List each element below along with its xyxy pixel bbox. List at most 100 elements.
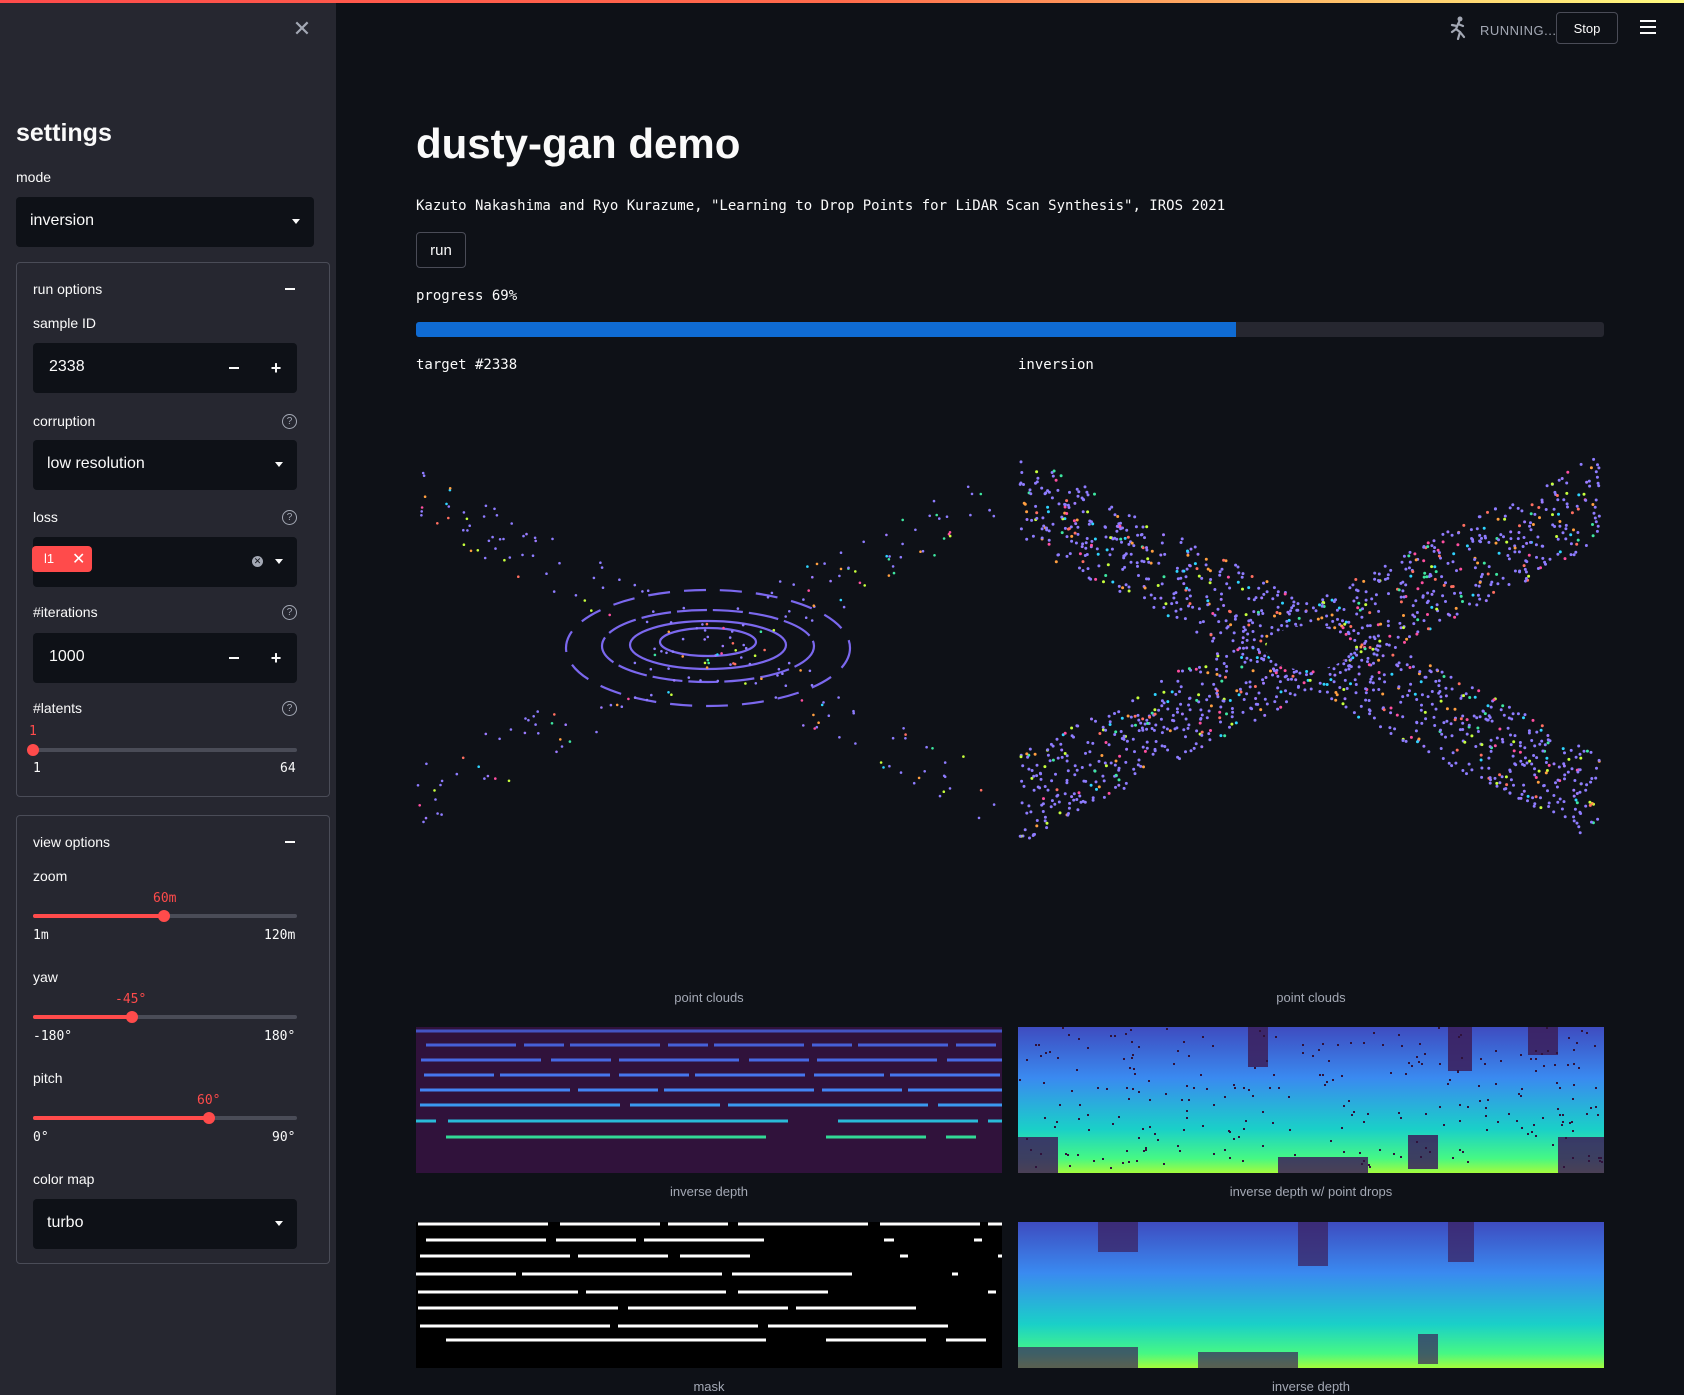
close-icon[interactable]: ✕ <box>292 18 312 40</box>
point <box>1105 548 1109 552</box>
point <box>1325 623 1329 627</box>
slider-thumb[interactable] <box>203 1112 216 1124</box>
point <box>1385 642 1389 646</box>
point <box>1215 672 1219 676</box>
point <box>466 529 469 532</box>
dropped-point <box>1319 1074 1321 1076</box>
dropped-point <box>1163 1163 1165 1165</box>
point <box>1575 792 1579 795</box>
point <box>1251 645 1255 649</box>
point <box>1582 492 1586 496</box>
point <box>1270 626 1274 629</box>
point <box>1181 669 1184 673</box>
dropped-point <box>1126 1087 1128 1089</box>
view-options-header[interactable]: view options <box>33 834 110 850</box>
point <box>1480 536 1483 540</box>
point <box>1442 583 1446 587</box>
mode-select[interactable]: inversion <box>16 197 314 247</box>
point <box>1230 707 1234 710</box>
zoom-slider[interactable] <box>33 910 297 922</box>
increment-icon[interactable]: + <box>269 649 283 667</box>
increment-icon[interactable]: + <box>269 359 283 377</box>
point <box>1569 542 1573 546</box>
clear-icon[interactable]: ✕ <box>252 556 263 567</box>
loss-tag[interactable]: l1 ✕ <box>32 546 92 572</box>
sample-id-stepper[interactable]: 2338 + <box>33 343 297 393</box>
point <box>1389 711 1393 715</box>
run-options-header[interactable]: run options <box>33 281 102 297</box>
point <box>1330 613 1334 617</box>
slider-thumb[interactable] <box>157 910 170 922</box>
corruption-select[interactable]: low resolution <box>33 440 297 490</box>
point <box>1229 623 1233 627</box>
point <box>1349 658 1353 662</box>
collapse-icon[interactable] <box>285 841 295 843</box>
point <box>1527 729 1531 733</box>
point <box>1271 597 1275 601</box>
point <box>1286 678 1290 681</box>
help-icon[interactable]: ? <box>282 605 297 620</box>
point <box>1272 586 1276 590</box>
yaw-slider[interactable] <box>33 1011 297 1023</box>
point <box>1177 669 1180 673</box>
dropped-point <box>1242 1160 1244 1162</box>
point <box>854 570 857 573</box>
point <box>1338 671 1342 674</box>
iterations-value[interactable]: 1000 <box>49 648 85 666</box>
remove-tag-icon[interactable]: ✕ <box>72 549 85 569</box>
stop-button[interactable]: Stop <box>1556 12 1618 44</box>
point <box>1296 685 1300 689</box>
dropped-point <box>1035 1166 1037 1168</box>
chevron-down-icon[interactable] <box>275 559 283 564</box>
point <box>1236 648 1240 652</box>
point <box>1207 732 1211 736</box>
point <box>892 571 896 575</box>
loss-tag-label: l1 <box>44 551 55 566</box>
point <box>1405 663 1409 667</box>
collapse-icon[interactable] <box>285 288 295 290</box>
point <box>1440 575 1444 579</box>
latents-slider[interactable] <box>27 744 297 756</box>
point <box>1269 659 1273 663</box>
point <box>1273 669 1276 673</box>
pitch-max: 90° <box>272 1130 296 1145</box>
point <box>420 510 423 513</box>
dropped-point <box>1322 1074 1324 1076</box>
point <box>1296 602 1300 606</box>
point <box>1147 560 1151 564</box>
iterations-stepper[interactable]: 1000 + <box>33 633 297 683</box>
point <box>1435 603 1439 607</box>
point <box>1225 669 1228 673</box>
point <box>1078 794 1082 798</box>
point <box>1411 604 1415 608</box>
slider-thumb[interactable] <box>126 1011 138 1023</box>
point <box>1569 748 1573 752</box>
point <box>1433 577 1437 581</box>
point <box>1545 484 1549 488</box>
point <box>1572 819 1576 823</box>
point <box>1377 572 1381 576</box>
run-button[interactable]: run <box>416 232 466 268</box>
decrement-icon[interactable] <box>229 657 239 659</box>
point <box>1435 668 1439 672</box>
point <box>1473 695 1477 699</box>
point <box>1372 652 1376 656</box>
dropped-point <box>1353 1111 1355 1113</box>
hamburger-menu-icon[interactable] <box>1640 20 1656 34</box>
point <box>1114 730 1118 734</box>
help-icon[interactable]: ? <box>282 701 297 716</box>
point <box>1572 815 1576 819</box>
help-icon[interactable]: ? <box>282 510 297 525</box>
point <box>1578 768 1582 772</box>
slider-thumb[interactable] <box>27 744 39 756</box>
colormap-select[interactable]: turbo <box>33 1199 297 1249</box>
point <box>729 663 732 666</box>
point <box>1247 623 1251 627</box>
pitch-slider[interactable] <box>33 1112 297 1124</box>
point <box>1106 563 1110 567</box>
point <box>1420 581 1424 585</box>
dropped-point <box>1557 1108 1559 1110</box>
help-icon[interactable]: ? <box>282 414 297 429</box>
decrement-icon[interactable] <box>229 367 239 369</box>
sample-id-value[interactable]: 2338 <box>49 358 85 376</box>
